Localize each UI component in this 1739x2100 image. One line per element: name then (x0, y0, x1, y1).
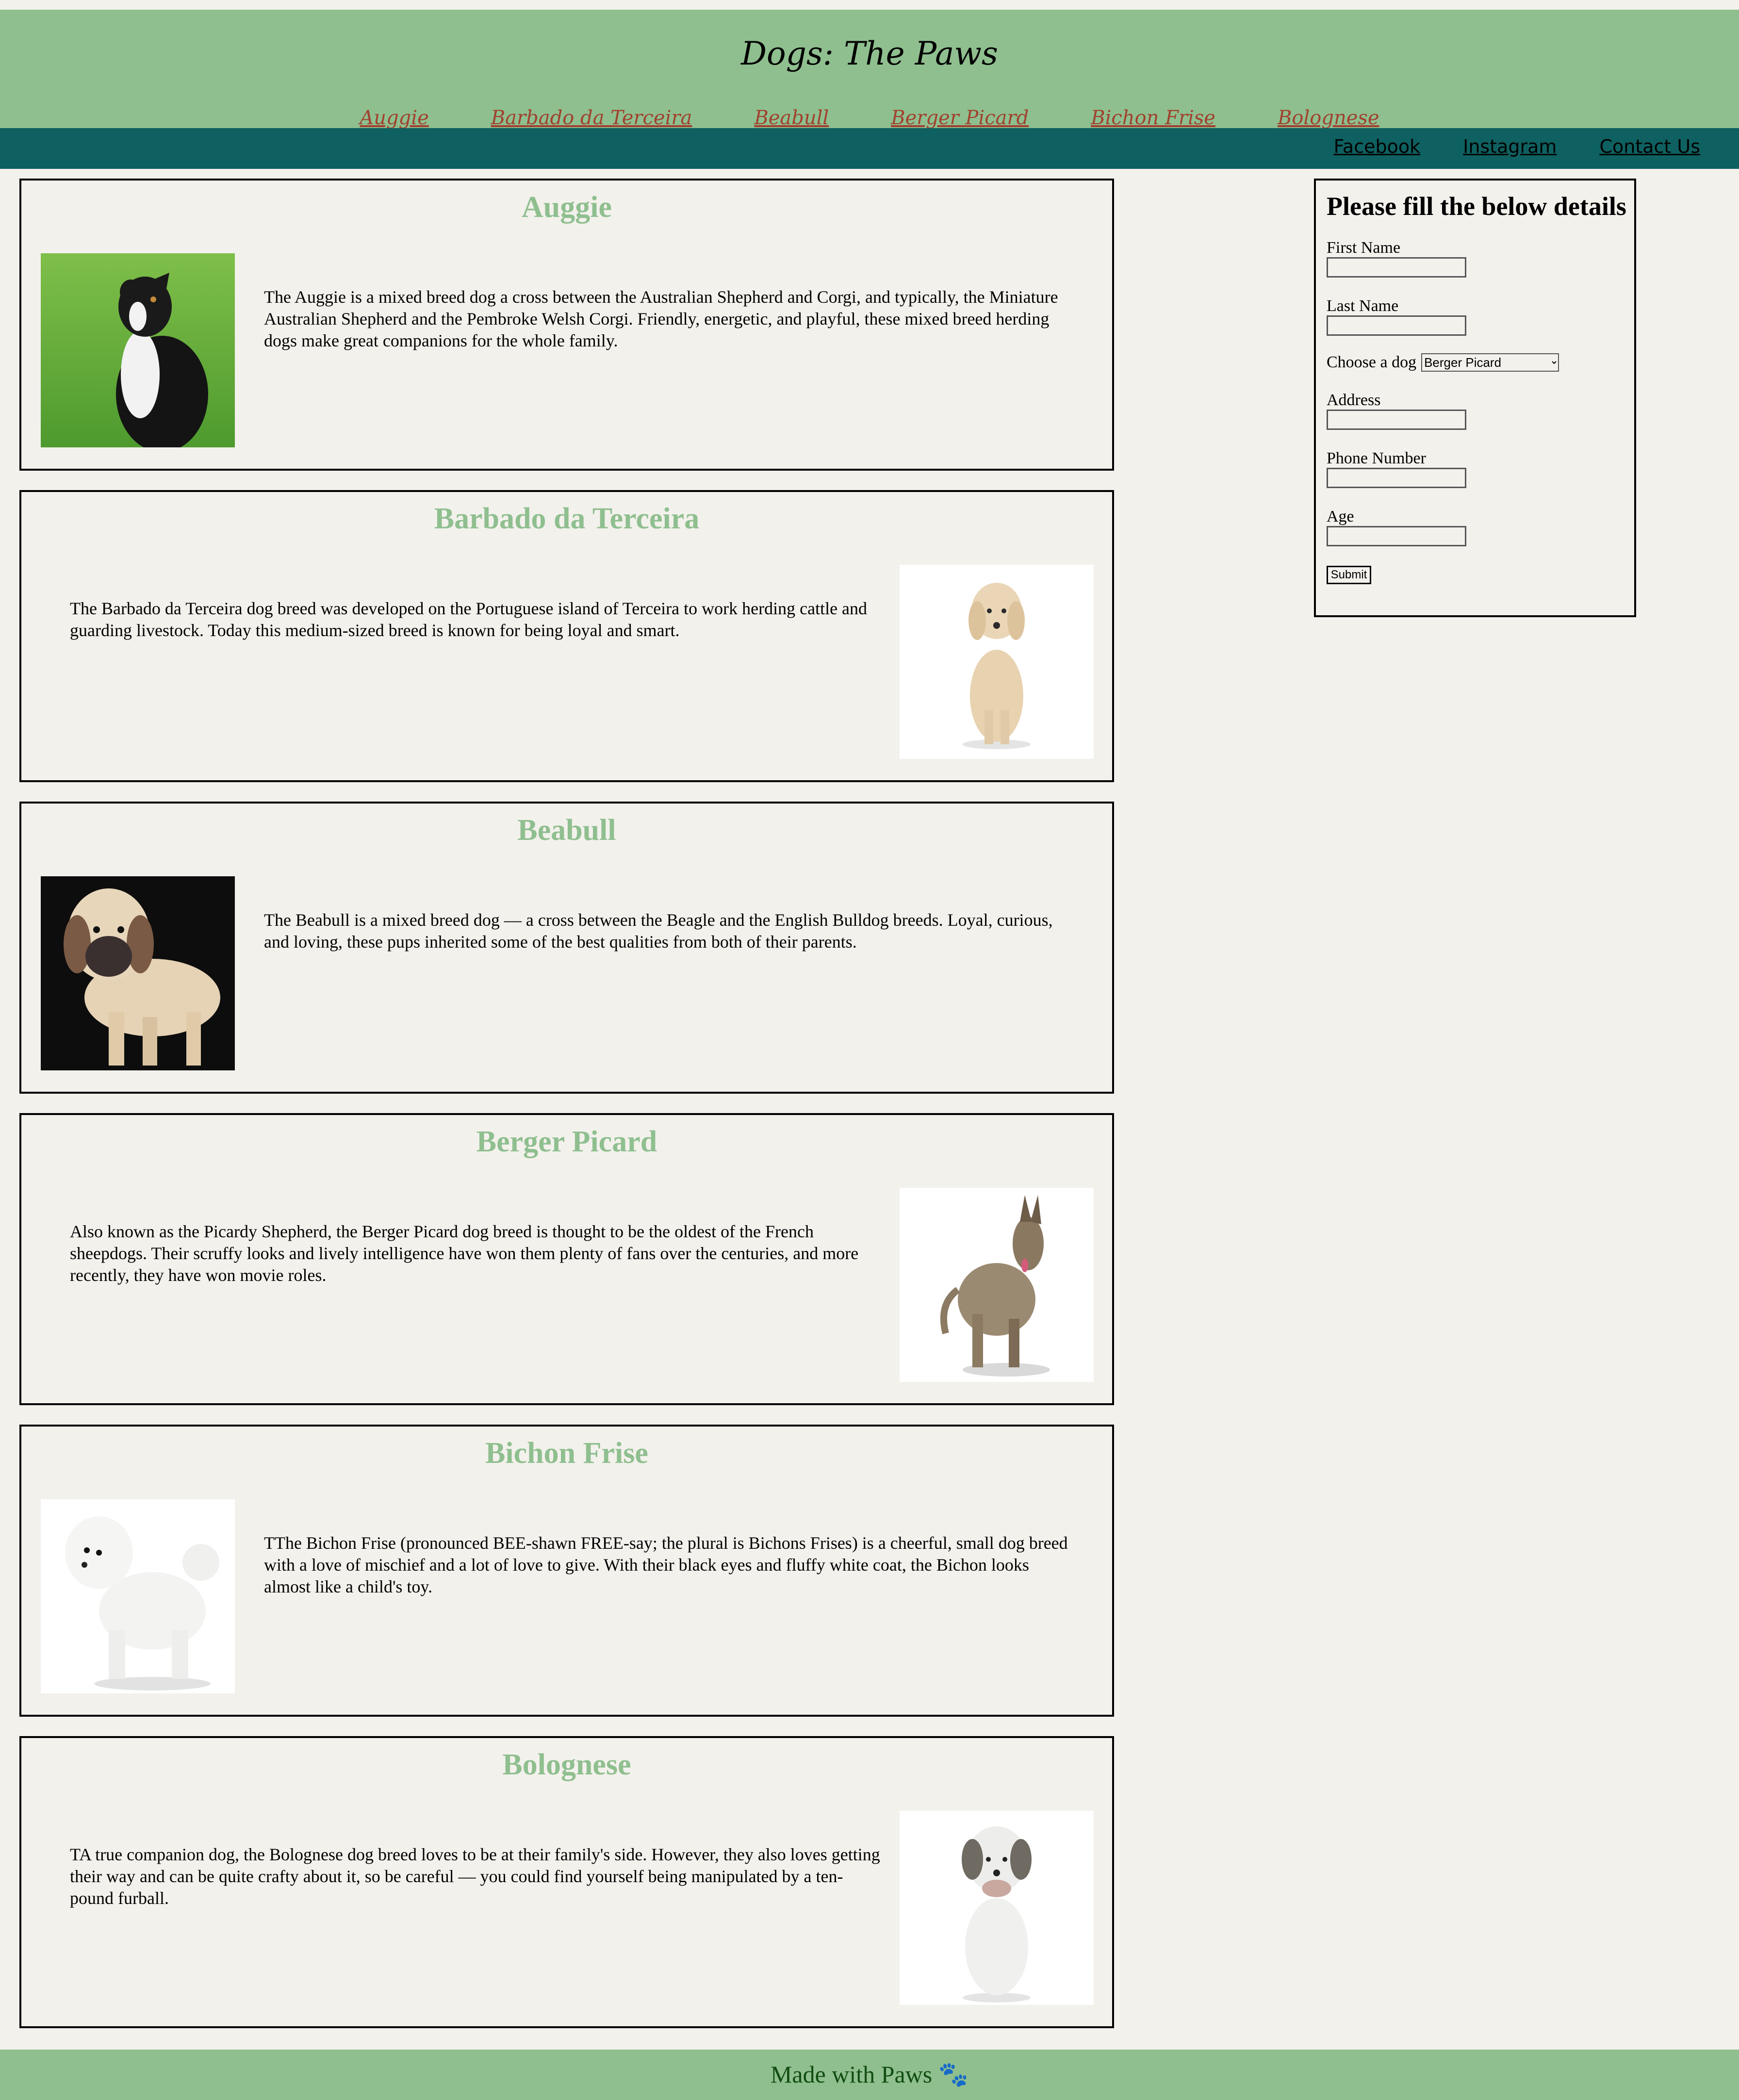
phone-input[interactable] (1327, 468, 1466, 488)
auggie-photo (41, 253, 235, 447)
contact-us-link[interactable]: Contact Us (1599, 136, 1700, 157)
card-title: Bichon Frise (485, 1437, 648, 1470)
nav-link-barbado[interactable]: Barbado da Terceira (491, 107, 692, 129)
breed-card-berger-picard: Berger Picard Also known as the Picardy … (19, 1113, 1114, 1405)
last-name-input[interactable] (1327, 315, 1466, 336)
form-heading: Please fill the below details (1327, 192, 1626, 221)
age-label: Age (1327, 508, 1354, 525)
social-bar: Facebook Instagram Contact Us (0, 128, 1739, 169)
submit-button[interactable]: Submit (1327, 566, 1371, 584)
nav-link-bolognese[interactable]: Bolognese (1278, 107, 1379, 129)
footer-text: Made with Paws 🐾 (770, 2061, 969, 2088)
address-input[interactable] (1327, 410, 1466, 430)
choose-dog-row: Choose a dog Berger Picard (1327, 353, 1634, 372)
bolognese-photo (900, 1811, 1094, 2005)
phone-label: Phone Number (1327, 449, 1426, 467)
bichon-frise-photo (41, 1499, 235, 1693)
card-title: Berger Picard (476, 1125, 657, 1158)
site-footer: Made with Paws 🐾 (0, 2050, 1739, 2100)
nav-link-bichon-frise[interactable]: Bichon Frise (1091, 107, 1215, 129)
nav-link-auggie[interactable]: Auggie (360, 107, 428, 129)
breed-card-beabull: Beabull The Beabull is a mixed breed dog… (19, 802, 1114, 1094)
breed-card-bichon-frise: Bichon Frise TThe Bichon Frise (pronounc… (19, 1425, 1114, 1717)
breed-card-auggie: Auggie The Auggie is a mixed breed dog a… (19, 179, 1114, 471)
site-title: Dogs: The Paws (741, 35, 998, 72)
card-description: TA true companion dog, the Bolognese dog… (70, 1845, 880, 1908)
barbado-photo (900, 565, 1094, 759)
dog-select[interactable]: Berger Picard (1421, 353, 1559, 372)
nav-link-berger-picard[interactable]: Berger Picard (891, 107, 1029, 129)
breed-card-bolognese: Bolognese TA true companion dog, the Bol… (19, 1736, 1114, 2028)
site-header: Dogs: The Paws Auggie Barbado da Terceir… (0, 10, 1739, 129)
card-description: The Beabull is a mixed breed dog — a cro… (264, 910, 1053, 952)
card-description: The Barbado da Terceira dog breed was de… (70, 599, 868, 640)
card-description: TThe Bichon Frise (pronounced BEE-shawn … (264, 1533, 1068, 1596)
first-name-label: First Name (1327, 239, 1401, 257)
instagram-link[interactable]: Instagram (1463, 136, 1557, 157)
details-form: Please fill the below details First Name… (1314, 179, 1636, 617)
choose-dog-label: Choose a dog (1327, 353, 1417, 371)
last-name-label: Last Name (1327, 297, 1399, 315)
berger-picard-photo (900, 1188, 1094, 1382)
card-description: The Auggie is a mixed breed dog a cross … (264, 287, 1058, 350)
card-title: Bolognese (502, 1748, 631, 1781)
facebook-link[interactable]: Facebook (1334, 136, 1421, 157)
beabull-photo (41, 876, 235, 1070)
breed-card-barbado: Barbado da Terceira The Barbado da Terce… (19, 490, 1114, 782)
breed-nav: Auggie Barbado da Terceira Beabull Berge… (0, 107, 1739, 129)
age-input[interactable] (1327, 526, 1466, 546)
card-description: Also known as the Picardy Shepherd, the … (70, 1222, 859, 1285)
first-name-input[interactable] (1327, 257, 1466, 278)
nav-link-beabull[interactable]: Beabull (754, 107, 829, 129)
card-title: Barbado da Terceira (434, 502, 700, 535)
card-title: Auggie (522, 191, 612, 224)
address-label: Address (1327, 391, 1381, 409)
card-title: Beabull (517, 814, 616, 847)
